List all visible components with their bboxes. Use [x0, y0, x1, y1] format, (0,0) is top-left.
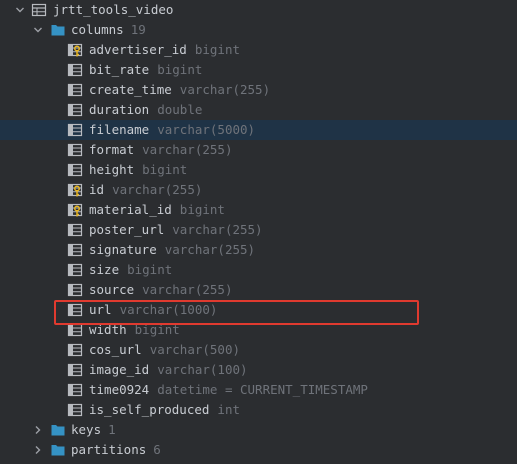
folder-icon [50, 422, 66, 438]
tree-node-columns[interactable]: columns 19 [0, 20, 517, 40]
column-name: image_id [89, 362, 150, 377]
column-row-image-id[interactable]: image_id varchar(100) [0, 360, 517, 380]
column-icon [67, 382, 83, 398]
column-type: varchar(255) [112, 182, 203, 197]
column-name: duration [89, 102, 150, 117]
column-icon [67, 82, 83, 98]
column-icon [67, 322, 83, 338]
column-row-url[interactable]: url varchar(1000) [0, 300, 517, 320]
column-icon [67, 342, 83, 358]
column-icon [67, 242, 83, 258]
column-name: height [89, 162, 135, 177]
key-column-icon [67, 202, 83, 218]
column-icon [67, 222, 83, 238]
column-icon [67, 62, 83, 78]
column-name: source [89, 282, 135, 297]
folder-label: partitions [71, 442, 147, 457]
column-name: url [89, 302, 112, 317]
column-name: material_id [89, 202, 172, 217]
column-row-filename[interactable]: filename varchar(5000) [0, 120, 517, 140]
column-row-bit-rate[interactable]: bit_rate bigint [0, 60, 517, 80]
column-row-size[interactable]: size bigint [0, 260, 517, 280]
column-name: advertiser_id [89, 42, 187, 57]
table-icon [31, 2, 47, 18]
key-column-icon [67, 182, 83, 198]
column-name: signature [89, 242, 157, 257]
folder-icon [50, 22, 66, 38]
database-tree: jrtt_tools_video columns 19 advertiser_id… [0, 0, 517, 460]
column-row-format[interactable]: format varchar(255) [0, 140, 517, 160]
chevron-right-icon[interactable] [32, 420, 44, 440]
column-row-time0924[interactable]: time0924 datetime = CURRENT_TIMESTAMP [0, 380, 517, 400]
column-name: bit_rate [89, 62, 150, 77]
column-icon [67, 262, 83, 278]
folder-list: keys 1 partitions 6 [0, 420, 517, 460]
chevron-right-icon[interactable] [32, 440, 44, 460]
column-name: cos_url [89, 342, 142, 357]
folder-count: 1 [108, 422, 116, 437]
key-column-icon [67, 42, 83, 58]
column-row-duration[interactable]: duration double [0, 100, 517, 120]
columns-folder-label: columns [71, 22, 124, 37]
column-type: bigint [179, 202, 225, 217]
column-icon [67, 362, 83, 378]
column-name: size [89, 262, 120, 277]
column-row-width[interactable]: width bigint [0, 320, 517, 340]
folder-label: keys [71, 422, 102, 437]
tree-node-keys[interactable]: keys 1 [0, 420, 517, 440]
column-type: bigint [142, 162, 188, 177]
column-row-material-id[interactable]: material_id bigint [0, 200, 517, 220]
column-row-id[interactable]: id varchar(255) [0, 180, 517, 200]
column-name: create_time [89, 82, 172, 97]
column-type: varchar(255) [179, 82, 271, 97]
column-row-source[interactable]: source varchar(255) [0, 280, 517, 300]
column-type: bigint [157, 62, 203, 77]
column-type: bigint [127, 262, 173, 277]
column-type: varchar(255) [172, 222, 263, 237]
column-row-is-self-produced[interactable]: is_self_produced int [0, 400, 517, 420]
table-name: jrtt_tools_video [53, 2, 174, 17]
column-row-advertiser-id[interactable]: advertiser_id bigint [0, 40, 517, 60]
column-row-height[interactable]: height bigint [0, 160, 517, 180]
column-type: varchar(500) [149, 342, 240, 357]
column-type: varchar(255) [164, 242, 256, 257]
column-type: varchar(1000) [119, 302, 218, 317]
column-icon [67, 302, 83, 318]
column-name: width [89, 322, 127, 337]
column-type: bigint [194, 42, 240, 57]
column-type: varchar(255) [142, 142, 233, 157]
column-icon [67, 102, 83, 118]
column-row-create-time[interactable]: create_time varchar(255) [0, 80, 517, 100]
column-row-signature[interactable]: signature varchar(255) [0, 240, 517, 260]
column-name: time0924 [89, 382, 150, 397]
folder-icon [50, 442, 66, 458]
tree-node-partitions[interactable]: partitions 6 [0, 440, 517, 460]
column-type: bigint [134, 322, 180, 337]
column-name: poster_url [89, 222, 165, 237]
column-type: datetime = CURRENT_TIMESTAMP [157, 382, 368, 397]
column-type: varchar(5000) [157, 122, 256, 137]
column-type: varchar(255) [142, 282, 233, 297]
column-row-poster-url[interactable]: poster_url varchar(255) [0, 220, 517, 240]
column-list: advertiser_id bigint bit_rate bigint create_… [0, 40, 517, 420]
column-icon [67, 162, 83, 178]
column-type: int [217, 402, 240, 417]
column-row-cos-url[interactable]: cos_url varchar(500) [0, 340, 517, 360]
column-icon [67, 122, 83, 138]
columns-count: 19 [130, 22, 146, 37]
column-name: format [89, 142, 135, 157]
column-icon [67, 402, 83, 418]
folder-count: 6 [153, 442, 161, 457]
column-name: id [89, 182, 105, 197]
column-icon [67, 142, 83, 158]
column-type: varchar(100) [157, 362, 248, 377]
column-name: is_self_produced [89, 402, 210, 417]
chevron-down-icon[interactable] [14, 0, 26, 20]
column-name: filename [89, 122, 150, 137]
column-icon [67, 282, 83, 298]
chevron-down-icon[interactable] [32, 20, 44, 40]
tree-node-table[interactable]: jrtt_tools_video [0, 0, 517, 20]
column-type: double [157, 102, 203, 117]
